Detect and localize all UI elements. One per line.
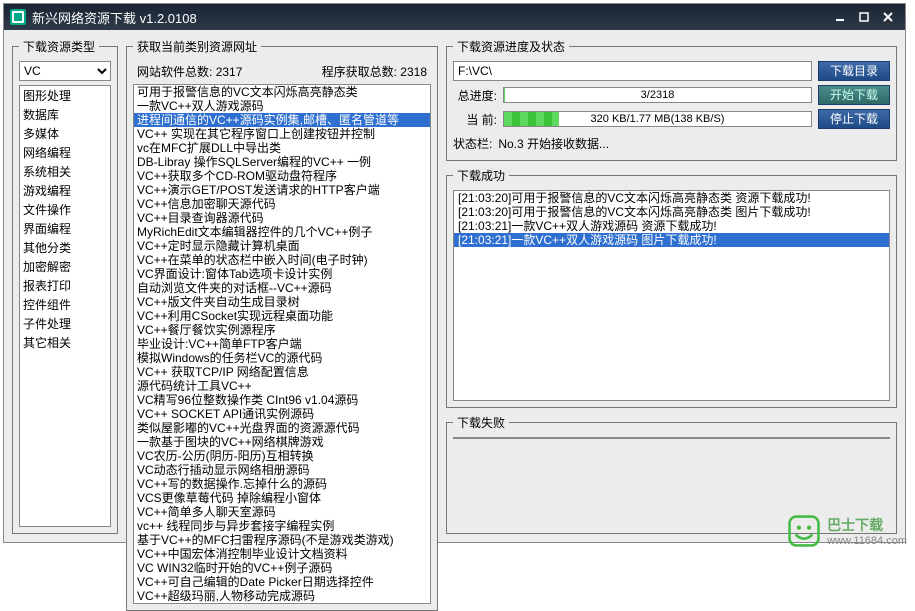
total-progress-bar: 3/2318	[503, 87, 812, 103]
download-path-input[interactable]: F:\VC\	[453, 61, 812, 81]
category-item[interactable]: 多媒体	[20, 124, 110, 143]
resource-item[interactable]: 可用于报警信息的VC文本闪烁高亮静态类	[134, 85, 430, 99]
resource-item[interactable]: VC++在菜单的状态栏中嵌入时间(电子时钟)	[134, 253, 430, 267]
resource-type-legend: 下载资源类型	[19, 38, 99, 55]
resource-item[interactable]: 模拟Windows的任务栏VC的源代码	[134, 351, 430, 365]
smile-icon	[787, 514, 821, 548]
resource-item[interactable]: 基于VC++的MFC扫雷程序源码(不是游戏类游戏)	[134, 533, 430, 547]
category-item[interactable]: 子件处理	[20, 314, 110, 333]
prog-count-label: 程序获取总数:	[322, 65, 397, 79]
resource-item[interactable]: DB-Libray 操作SQLServer编程的VC++ 一例	[134, 155, 430, 169]
resource-url-legend: 获取当前类别资源网址	[133, 38, 261, 55]
resource-item[interactable]: VC++定时显示隐藏计算机桌面	[134, 239, 430, 253]
resource-item[interactable]: VC++写的数据操作.忘掉什么的源码	[134, 477, 430, 491]
success-item[interactable]: [21:03:21]一款VC++双人游戏源码 图片下载成功!	[454, 233, 889, 247]
current-progress-label: 当 前:	[453, 111, 497, 128]
resource-item[interactable]: 自动浏览文件夹的对话框--VC++源码	[134, 281, 430, 295]
watermark-url: www.11684.com	[827, 535, 907, 547]
resource-item[interactable]: vc在MFC扩展DLL中导出类	[134, 141, 430, 155]
category-item[interactable]: 网络编程	[20, 143, 110, 162]
resource-item[interactable]: VC++信息加密聊天源代码	[134, 197, 430, 211]
resource-item[interactable]: MyRichEdit文本编辑器控件的几个VC++例子	[134, 225, 430, 239]
close-button[interactable]	[877, 8, 899, 26]
total-progress-label: 总进度:	[453, 87, 497, 104]
resource-item[interactable]: VC界面设计:窗体Tab选项卡设计实例	[134, 267, 430, 281]
resource-item[interactable]: VC++中国宏体消控制毕业设计文档资料	[134, 547, 430, 561]
progress-group: 下载资源进度及状态 F:\VC\ 下载目录 总进度: 3/2318 开始下载 当…	[446, 38, 897, 161]
stop-download-button[interactable]: 停止下载	[818, 109, 890, 129]
resource-item[interactable]: VCS更像草莓代码 掉除编程小窗体	[134, 491, 430, 505]
success-item[interactable]: [21:03:20]可用于报警信息的VC文本闪烁高亮静态类 图片下载成功!	[454, 205, 889, 219]
category-item[interactable]: 游戏编程	[20, 181, 110, 200]
resource-item[interactable]: 毕业设计:VC++简单FTP客户端	[134, 337, 430, 351]
window-title: 新兴网络资源下载 v1.2.0108	[32, 8, 829, 27]
resource-item[interactable]: vc++ 线程同步与异步套接字编程实例	[134, 519, 430, 533]
resource-item[interactable]: VC农历-公历(阴历-阳历)互相转换	[134, 449, 430, 463]
category-item[interactable]: 其它相关	[20, 333, 110, 352]
resource-item[interactable]: VC++简单多人聊天室源码	[134, 505, 430, 519]
resource-item[interactable]: VC精写96位整数操作类 CInt96 v1.04源码	[134, 393, 430, 407]
current-progress-text: 320 KB/1.77 MB(138 KB/S)	[504, 112, 811, 126]
title-bar[interactable]: 新兴网络资源下载 v1.2.0108	[4, 4, 905, 30]
resource-item[interactable]: VC++ 实现在其它程序窗口上创建按钮并控制	[134, 127, 430, 141]
app-icon	[10, 9, 26, 25]
success-item[interactable]: [21:03:20]可用于报警信息的VC文本闪烁高亮静态类 资源下载成功!	[454, 191, 889, 205]
total-progress-text: 3/2318	[504, 88, 811, 102]
resource-item[interactable]: 类似屋影嘟的VC++光盘界面的资源源代码	[134, 421, 430, 435]
success-group: 下载成功 [21:03:20]可用于报警信息的VC文本闪烁高亮静态类 资源下载成…	[446, 167, 897, 408]
resource-item[interactable]: 一款基于图块的VC++网络棋牌游戏	[134, 435, 430, 449]
fail-list[interactable]	[453, 437, 890, 439]
resource-url-group: 获取当前类别资源网址 网站软件总数: 2317 程序获取总数: 2318 可用于…	[126, 38, 438, 611]
site-count-value: 2317	[216, 65, 243, 79]
site-count-label: 网站软件总数:	[137, 65, 212, 79]
resource-item[interactable]: VC++餐厅餐饮实例源程序	[134, 323, 430, 337]
resource-item[interactable]: VC++目录查询器源代码	[134, 211, 430, 225]
browse-button[interactable]: 下载目录	[818, 61, 890, 81]
category-item[interactable]: 其他分类	[20, 238, 110, 257]
resource-list[interactable]: 可用于报警信息的VC文本闪烁高亮静态类一款VC++双人游戏源码进程间通信的VC+…	[133, 84, 431, 604]
resource-item[interactable]: VC++超级玛丽,人物移动完成源码	[134, 589, 430, 603]
resource-item[interactable]: VC++版文件夹自动生成目录树	[134, 295, 430, 309]
success-list[interactable]: [21:03:20]可用于报警信息的VC文本闪烁高亮静态类 资源下载成功![21…	[453, 190, 890, 401]
app-window: 新兴网络资源下载 v1.2.0108 下载资源类型 VC 图形处理数据库多媒体网…	[3, 3, 906, 543]
client-area: 下载资源类型 VC 图形处理数据库多媒体网络编程系统相关游戏编程文件操作界面编程…	[4, 30, 905, 542]
start-download-button[interactable]: 开始下载	[818, 85, 890, 105]
category-item[interactable]: 图形处理	[20, 86, 110, 105]
progress-legend: 下载资源进度及状态	[453, 38, 569, 55]
resource-item[interactable]: VC动态行插动显示网络相册源码	[134, 463, 430, 477]
category-item[interactable]: 文件操作	[20, 200, 110, 219]
category-item[interactable]: 报表打印	[20, 276, 110, 295]
resource-item[interactable]: VC++利用CSocket实现远程桌面功能	[134, 309, 430, 323]
resource-item[interactable]: VC++可自己编辑的Date Picker日期选择控件	[134, 575, 430, 589]
category-item[interactable]: 控件组件	[20, 295, 110, 314]
category-item[interactable]: 数据库	[20, 105, 110, 124]
resource-item[interactable]: VC++ SOCKET API通讯实例源码	[134, 407, 430, 421]
maximize-button[interactable]	[853, 8, 875, 26]
category-item[interactable]: 加密解密	[20, 257, 110, 276]
resource-item[interactable]: VC WIN32临时开始的VC++例子源码	[134, 561, 430, 575]
status-label: 状态栏:	[453, 135, 492, 152]
resource-item[interactable]: VC++演示GET/POST发送请求的HTTP客户端	[134, 183, 430, 197]
watermark-name: 巴士下载	[827, 517, 883, 533]
category-item[interactable]: 界面编程	[20, 219, 110, 238]
status-text: No.3 开始接收数据...	[498, 135, 609, 152]
resource-item[interactable]: 一款VC++双人游戏源码	[134, 99, 430, 113]
resource-item[interactable]: VC++ 获取TCP/IP 网络配置信息	[134, 365, 430, 379]
category-list[interactable]: 图形处理数据库多媒体网络编程系统相关游戏编程文件操作界面编程其他分类加密解密报表…	[19, 85, 111, 527]
category-item[interactable]: 系统相关	[20, 162, 110, 181]
success-item[interactable]: [21:03:21]一款VC++双人游戏源码 资源下载成功!	[454, 219, 889, 233]
resource-type-select[interactable]: VC	[19, 61, 111, 81]
fail-legend: 下载失败	[453, 414, 509, 431]
minimize-button[interactable]	[829, 8, 851, 26]
prog-count-value: 2318	[400, 65, 427, 79]
success-legend: 下载成功	[453, 167, 509, 184]
resource-item[interactable]: VC++获取多个CD-ROM驱动盘符程序	[134, 169, 430, 183]
resource-item[interactable]: 源代码统计工具VC++	[134, 379, 430, 393]
current-progress-bar: 320 KB/1.77 MB(138 KB/S)	[503, 111, 812, 127]
watermark: 巴士下载 www.11684.com	[787, 514, 907, 548]
resource-type-group: 下载资源类型 VC 图形处理数据库多媒体网络编程系统相关游戏编程文件操作界面编程…	[12, 38, 118, 534]
resource-item[interactable]: 进程间通信的VC++源码实例集,邮槽、匿名管道等	[134, 113, 430, 127]
